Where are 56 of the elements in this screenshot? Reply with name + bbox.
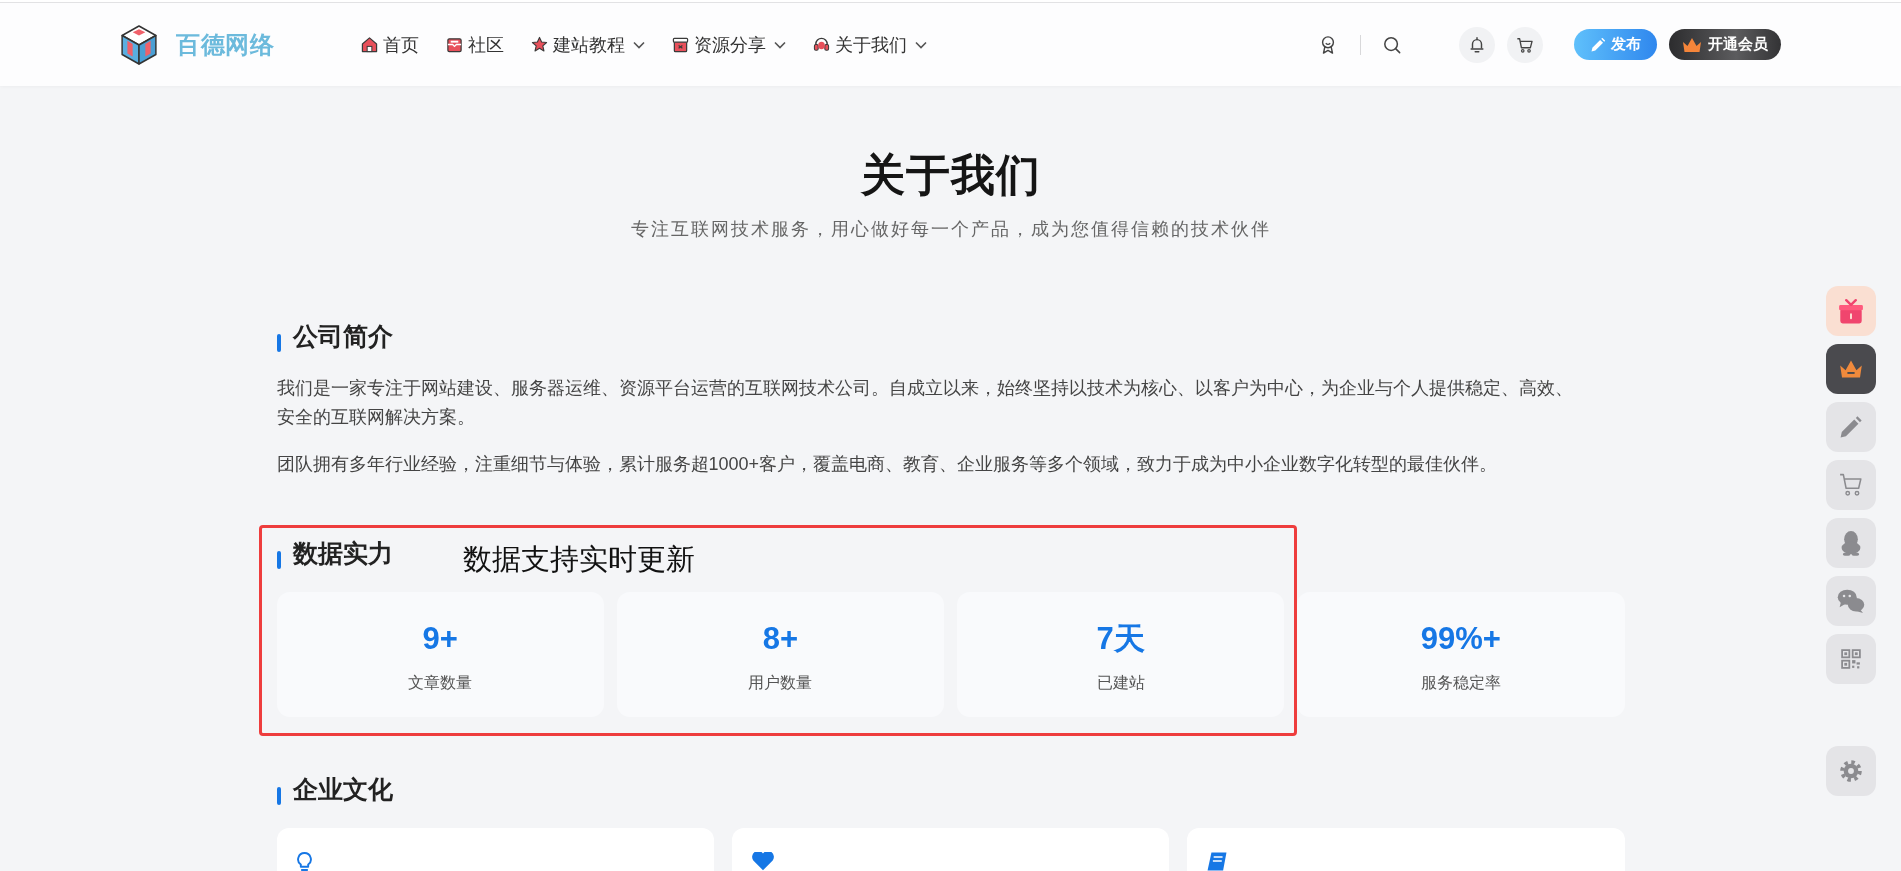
qr-code-button[interactable] — [1826, 634, 1876, 684]
section-heading: 数据实力 — [292, 538, 393, 569]
page-title: 关于我们 — [859, 149, 1042, 201]
intro-paragraph: 我们是一家专注于网站建设、服务器运维、资源平台运营的互联网技术公司。自成立以来，始终坚持以技术为核心、以客户为中心，为企业与个人提供稳定、高效、安全的互联网解决方案。 — [276, 377, 1574, 429]
stat-value: 8+ — [761, 621, 800, 657]
house-icon — [361, 36, 378, 53]
stat-label: 服务稳定率 — [1419, 673, 1502, 693]
headset-icon — [813, 36, 830, 53]
penguin-icon — [1841, 530, 1861, 556]
stat-value: 9+ — [421, 621, 459, 657]
cart-icon — [1516, 35, 1534, 54]
settings-icon — [1840, 760, 1862, 782]
stat-value: 99%+ — [1419, 621, 1502, 657]
cart-icon — [1839, 473, 1863, 497]
settings-button[interactable] — [1826, 746, 1876, 796]
page-subtitle: 专注互联网技术服务，用心做好每一个产品，成为您值得信赖的技术伙伴 — [629, 218, 1272, 241]
lightbulb-icon — [296, 852, 312, 871]
penguin-button[interactable] — [1826, 518, 1876, 568]
nav-link[interactable]: 建站教程 — [531, 32, 645, 57]
chat-button[interactable] — [1826, 576, 1876, 626]
stat-label: 用户数量 — [747, 673, 814, 693]
notifications-button[interactable] — [1459, 26, 1495, 63]
qr-code-icon — [1841, 649, 1861, 669]
medal-icon[interactable] — [1319, 34, 1337, 55]
pencil-icon — [1840, 416, 1862, 438]
stat-value: 7天 — [1095, 621, 1146, 657]
stat-label: 文章数量 — [407, 673, 474, 693]
vip-button[interactable]: 开通会员 — [1669, 29, 1781, 60]
nav-link[interactable]: 首页 — [361, 32, 419, 57]
gift-button[interactable] — [1826, 286, 1876, 336]
section-heading: 企业文化 — [292, 774, 393, 805]
nav-link[interactable]: 社区 — [446, 32, 504, 57]
pencil-icon — [1590, 37, 1605, 52]
search-icon[interactable] — [1383, 35, 1401, 54]
nav-link[interactable]: 资源分享 — [672, 32, 786, 57]
crown-icon — [1682, 36, 1702, 53]
section-heading: 公司简介 — [292, 321, 393, 352]
accent-bar — [276, 334, 281, 352]
crown-icon — [1839, 360, 1863, 378]
mailbox-icon — [446, 36, 463, 53]
edit-button[interactable] — [1826, 402, 1876, 452]
intro-paragraph: 团队拥有多年行业经验，注重细节与体验，累计服务超1000+客户，覆盖电商、教育、企业服务等多个领域，致力于成为中小企业数字化转型的最佳伙伴。 — [276, 453, 1499, 476]
stat-label: 已建站 — [1095, 673, 1146, 693]
chat-bubbles-icon — [1837, 589, 1865, 613]
nav-link[interactable]: 关于我们 — [813, 32, 927, 57]
accent-bar — [276, 787, 281, 805]
bell-icon — [1468, 35, 1486, 54]
cube-logo-icon[interactable] — [120, 23, 158, 66]
star-icon — [531, 36, 548, 53]
gift-icon — [1839, 298, 1863, 324]
accent-bar — [276, 551, 281, 569]
cart-button[interactable] — [1507, 26, 1543, 63]
box-icon — [672, 36, 689, 53]
vip-crown-button[interactable] — [1826, 344, 1876, 394]
heart-icon — [751, 852, 774, 871]
annotation-text: 数据支持实时更新 — [462, 542, 695, 577]
